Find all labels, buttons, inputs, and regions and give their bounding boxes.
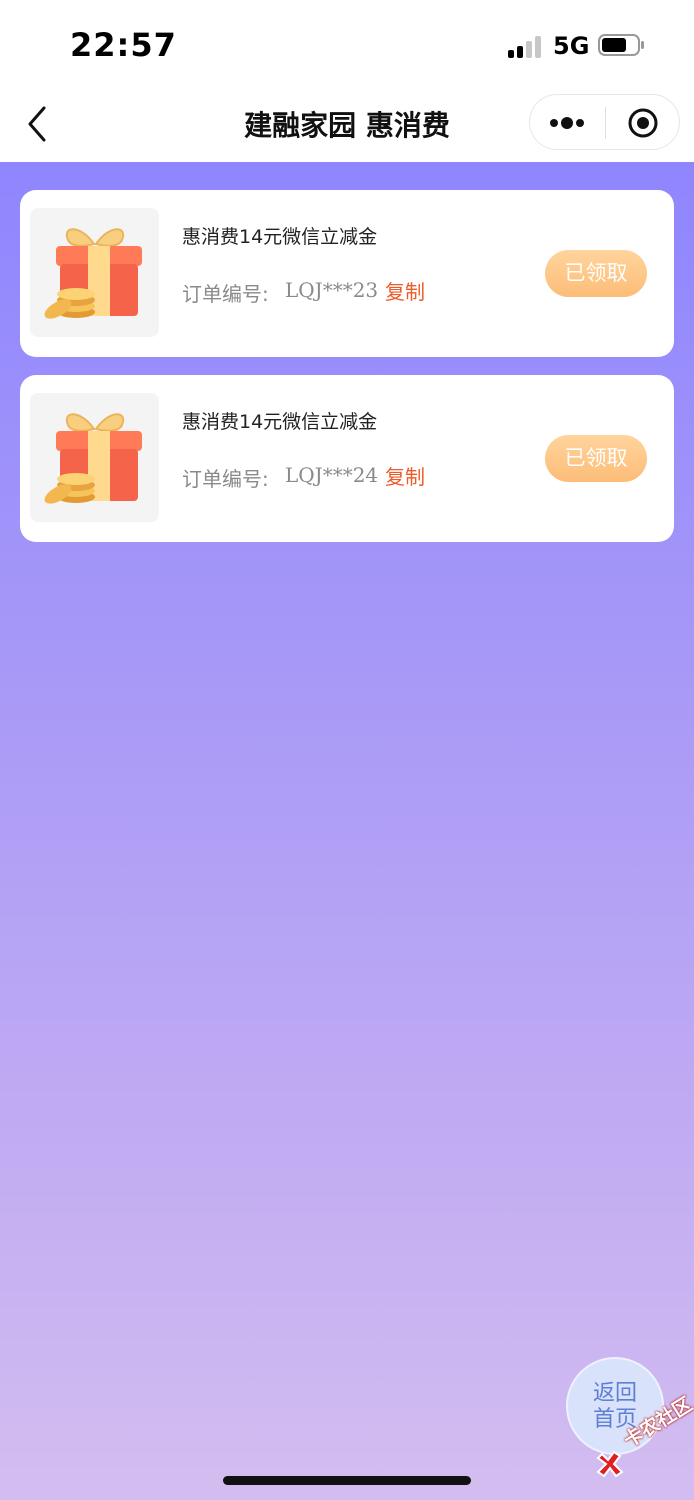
status-time: 22:57 xyxy=(70,26,177,64)
item-title: 惠消费14元微信立减金 xyxy=(182,411,378,433)
more-icon[interactable] xyxy=(548,113,588,133)
capsule-divider xyxy=(605,107,606,139)
gift-icon xyxy=(30,393,159,522)
home-indicator xyxy=(223,1476,471,1485)
order-card: 惠消费14元微信立减金 订单编号: LQJ***23 复制 已领取 xyxy=(20,190,674,357)
order-list: 惠消费14元微信立减金 订单编号: LQJ***23 复制 已领取 惠消费14元… xyxy=(0,162,694,1500)
order-number: LQJ***24 xyxy=(285,463,379,487)
network-label: 5G xyxy=(553,32,590,60)
item-title: 惠消费14元微信立减金 xyxy=(182,226,378,248)
home-button-line1: 返回 xyxy=(592,1381,637,1406)
gift-icon xyxy=(30,208,159,337)
watermark-logo: 卡农社区 xyxy=(594,1393,694,1478)
copy-button[interactable]: 复制 xyxy=(385,461,425,490)
order-card: 惠消费14元微信立减金 订单编号: LQJ***24 复制 已领取 xyxy=(20,375,674,542)
claimed-button[interactable]: 已领取 xyxy=(545,435,647,482)
signal-icon xyxy=(508,34,544,58)
status-bar: 22:57 5G xyxy=(0,0,694,88)
order-number-label: 订单编号: xyxy=(182,282,269,306)
nav-bar: 建融家园 惠消费 xyxy=(0,88,694,162)
order-number: LQJ***23 xyxy=(285,278,379,302)
battery-icon xyxy=(598,34,644,56)
target-icon[interactable] xyxy=(627,107,659,139)
copy-button[interactable]: 复制 xyxy=(385,276,425,305)
mini-program-capsule xyxy=(529,94,680,150)
order-number-label: 订单编号: xyxy=(182,467,269,491)
claimed-button[interactable]: 已领取 xyxy=(545,250,647,297)
